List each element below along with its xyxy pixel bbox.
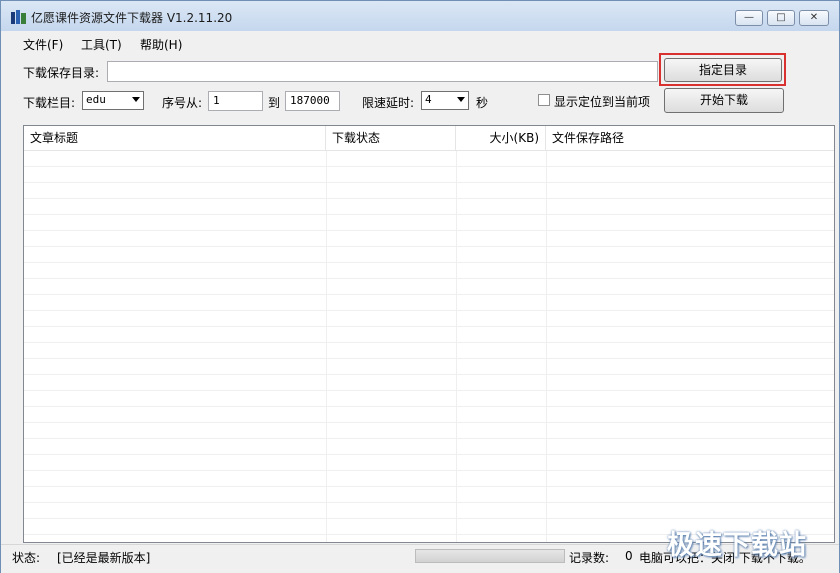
column-label: 下载栏目: xyxy=(23,96,76,110)
save-dir-label: 下载保存目录: xyxy=(23,66,100,80)
start-download-button[interactable]: 开始下载 xyxy=(664,88,784,113)
column-divider xyxy=(456,151,457,542)
choose-dir-button[interactable]: 指定目录 xyxy=(664,58,782,82)
app-window: 亿愿课件资源文件下载器 V1.2.11.20 — □ ✕ 文件(F) 工具(T)… xyxy=(0,0,840,573)
download-progress-bar xyxy=(415,549,565,563)
chevron-down-icon xyxy=(457,97,465,102)
column-divider xyxy=(326,151,327,542)
save-dir-input[interactable] xyxy=(107,61,658,82)
minimize-icon: — xyxy=(744,12,754,23)
close-button[interactable]: ✕ xyxy=(799,10,829,26)
seconds-label: 秒 xyxy=(476,96,489,110)
seq-from-input[interactable]: 1 xyxy=(208,91,263,111)
list-header: 文章标题 下载状态 大小(KB) 文件保存路径 xyxy=(24,126,834,151)
status-value: [已经是最新版本] xyxy=(57,551,151,565)
maximize-button[interactable]: □ xyxy=(767,10,795,26)
download-list[interactable]: 文章标题 下载状态 大小(KB) 文件保存路径 xyxy=(23,125,835,543)
menu-tools[interactable]: 工具(T) xyxy=(81,36,122,53)
seq-from-label: 序号从: xyxy=(162,96,203,110)
menu-file[interactable]: 文件(F) xyxy=(23,36,63,53)
app-icon xyxy=(11,10,26,24)
menu-bar: 文件(F) 工具(T) 帮助(H) xyxy=(1,31,839,55)
column-header-title[interactable]: 文章标题 xyxy=(24,126,326,150)
title-bar[interactable]: 亿愿课件资源文件下载器 V1.2.11.20 — □ ✕ xyxy=(1,1,839,31)
column-header-status[interactable]: 下载状态 xyxy=(326,126,456,150)
to-label: 到 xyxy=(268,96,281,110)
show-current-label[interactable]: 显示定位到当前项 xyxy=(554,93,650,110)
delay-label: 限速延时: xyxy=(362,96,415,110)
records-label: 记录数: xyxy=(569,551,610,565)
maximize-icon: □ xyxy=(776,12,786,23)
show-current-checkbox[interactable] xyxy=(538,94,550,106)
delay-select-value: 4 xyxy=(425,93,432,106)
delay-select[interactable]: 4 xyxy=(421,91,469,110)
menu-help[interactable]: 帮助(H) xyxy=(140,36,182,53)
window-title: 亿愿课件资源文件下载器 V1.2.11.20 xyxy=(31,11,233,25)
seq-to-input[interactable]: 187000 xyxy=(285,91,340,111)
list-rows xyxy=(24,151,834,542)
column-header-path[interactable]: 文件保存路径 xyxy=(546,126,834,150)
status-label: 状态: xyxy=(12,551,41,565)
column-header-size[interactable]: 大小(KB) xyxy=(456,126,546,150)
records-value: 0 xyxy=(625,549,633,563)
column-select[interactable]: edu xyxy=(82,91,144,110)
chevron-down-icon xyxy=(132,97,140,102)
column-divider xyxy=(546,151,547,542)
watermark: 极速下载站 xyxy=(667,530,807,561)
minimize-button[interactable]: — xyxy=(735,10,763,26)
column-select-value: edu xyxy=(86,93,106,106)
close-icon: ✕ xyxy=(809,12,819,23)
